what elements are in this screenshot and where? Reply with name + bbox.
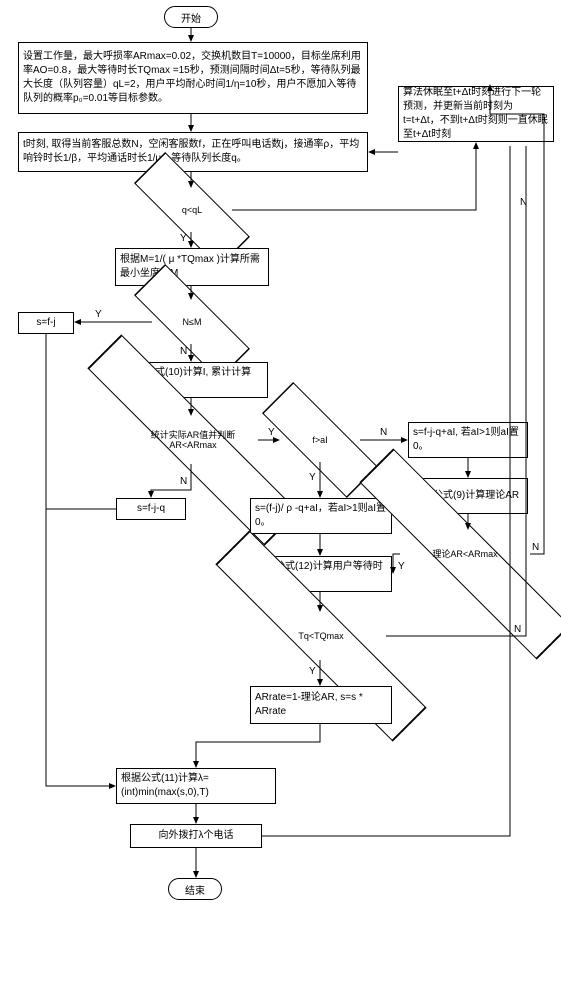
lbl-y: Y: [398, 561, 405, 572]
label: 结束: [185, 882, 205, 897]
decision-f-gt-ai: f>aI: [280, 418, 360, 462]
process-init: 设置工作量，最大呼损率ARmax=0.02，交换机数目T=10000，目标坐席利…: [18, 42, 368, 114]
lbl-y: Y: [309, 666, 316, 677]
label: 开始: [181, 10, 201, 25]
process-s-rho: s=(f-j)/ ρ -q+aI，若aI>1则aI置0。: [250, 498, 392, 534]
lbl-n: N: [520, 197, 527, 208]
lbl-n: N: [180, 476, 187, 487]
decision-q-lt-qL: q<qL: [152, 188, 232, 232]
lbl-n: N: [380, 427, 387, 438]
lbl-y: Y: [95, 309, 102, 320]
text: s=(f-j)/ ρ -q+aI，若aI>1则aI置0。: [255, 502, 387, 530]
process-state-t: t时刻, 取得当前客服总数N，空闲客服数f，正在呼叫电话数j，接通率ρ，平均响铃…: [18, 132, 368, 172]
decision-ar-lt-max: 统计实际AR值并判断 AR<ARmax: [128, 416, 258, 464]
label: q<qL: [152, 188, 232, 232]
text: 向外拨打λ个电话: [159, 829, 234, 843]
label: Tq<TQmax: [256, 612, 386, 660]
lbl-n: N: [514, 624, 521, 635]
lbl-n: N: [532, 542, 539, 553]
label: 理论AR<ARmax: [400, 530, 530, 578]
label: f>aI: [280, 418, 360, 462]
text: s=f-j-q: [137, 502, 165, 516]
text: ARrate=1-理论AR, s=s * ARrate: [255, 691, 387, 719]
lbl-y: Y: [268, 427, 275, 438]
process-dial: 向外拨打λ个电话: [130, 824, 262, 848]
decision-tq-lt-max: Tq<TQmax: [256, 612, 386, 660]
process-s-fjqai: s=f-j-q+aI, 若aI>1则aI置0。: [408, 422, 528, 458]
process-min-seats: 根据M=1/( μ *TQmax )计算所需最小坐席数M: [115, 248, 269, 286]
end-terminal: 结束: [168, 878, 222, 900]
text: s=f-j-q+aI, 若aI>1则aI置0。: [413, 426, 523, 454]
decision-n-le-m: N≤M: [152, 300, 232, 344]
process-sleep: 算法休眠至t+Δt时刻进行下一轮预测，并更新当前时刻为t=t+Δt，不到t+Δt…: [398, 86, 554, 142]
process-arrate: ARrate=1-理论AR, s=s * ARrate: [250, 686, 392, 724]
text: t时刻, 取得当前客服总数N，空闲客服数f，正在呼叫电话数j，接通率ρ，平均响铃…: [23, 138, 363, 166]
lbl-n: N: [180, 346, 187, 357]
process-s-fj: s=f-j: [18, 312, 74, 334]
text: s=f-j: [36, 316, 55, 330]
text: 设置工作量，最大呼损率ARmax=0.02，交换机数目T=10000，目标坐席利…: [23, 50, 363, 106]
decision-theory-ar: 理论AR<ARmax: [400, 530, 530, 578]
lbl-y: Y: [180, 233, 187, 244]
label: N≤M: [152, 300, 232, 344]
label: 统计实际AR值并判断 AR<ARmax: [128, 416, 258, 464]
text: 算法休眠至t+Δt时刻进行下一轮预测，并更新当前时刻为t=t+Δt，不到t+Δt…: [403, 86, 549, 142]
text: 根据M=1/( μ *TQmax )计算所需最小坐席数M: [120, 253, 264, 281]
start-terminal: 开始: [164, 6, 218, 28]
text: 根据公式(11)计算λ= (int)min(max(s,0),T): [121, 772, 271, 800]
lbl-y: Y: [309, 472, 316, 483]
process-lambda: 根据公式(11)计算λ= (int)min(max(s,0),T): [116, 768, 276, 804]
process-s-fjq: s=f-j-q: [116, 498, 186, 520]
